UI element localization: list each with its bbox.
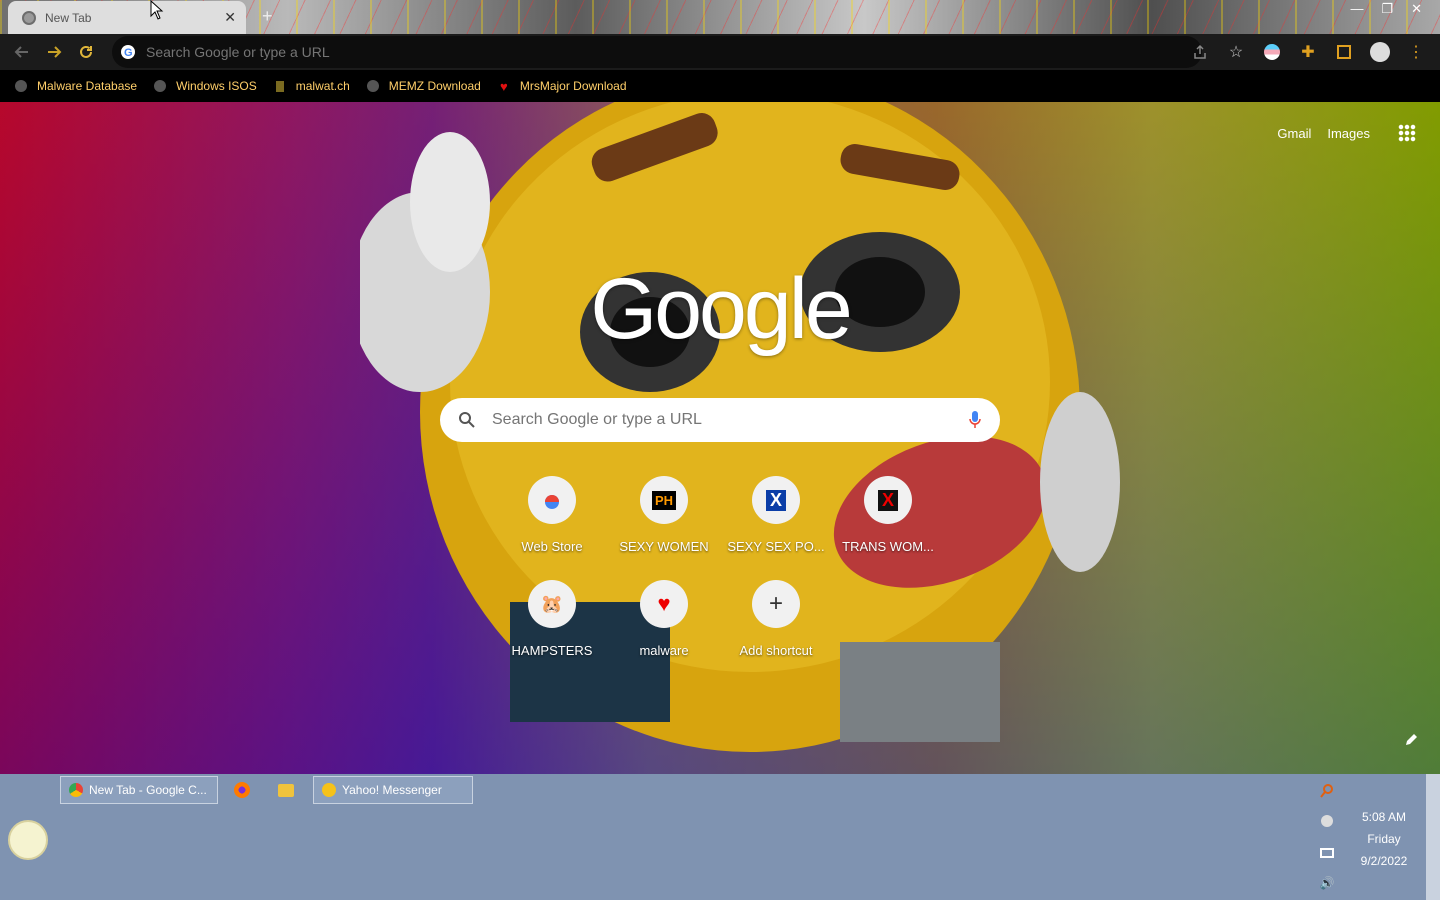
omnibox[interactable]: G <box>112 36 1202 68</box>
forward-button[interactable] <box>38 36 70 68</box>
tab-title: New Tab <box>45 10 92 25</box>
minimize-icon[interactable]: — <box>1350 0 1363 18</box>
add-shortcut-button[interactable]: + Add shortcut <box>720 580 832 658</box>
x-red-icon: X <box>864 476 912 524</box>
heart-icon: ♥ <box>640 580 688 628</box>
bookmark-item[interactable]: Malware Database <box>14 79 137 93</box>
google-logo: Google <box>590 261 852 357</box>
bookmark-item[interactable]: ♥ MrsMajor Download <box>497 78 627 94</box>
globe-icon <box>14 79 28 93</box>
taskbar-button-yahoo-messenger[interactable]: Yahoo! Messenger <box>313 776 473 804</box>
ntp-search-box[interactable] <box>440 398 1000 442</box>
microphone-icon[interactable] <box>968 410 982 430</box>
extensions-puzzle-icon[interactable]: ✚ <box>1292 36 1324 68</box>
mouse-cursor-icon <box>150 0 164 20</box>
ph-icon: PH <box>640 476 688 524</box>
shortcut-tile[interactable]: ♥ malware <box>608 580 720 658</box>
share-icon[interactable] <box>1184 36 1216 68</box>
bookmarks-bar: Malware Database Windows ISOS malwat.ch … <box>0 70 1440 102</box>
bookmark-item[interactable]: MEMZ Download <box>366 79 481 93</box>
plus-icon: + <box>752 580 800 628</box>
start-button[interactable] <box>8 820 48 860</box>
google-g-icon: G <box>121 45 135 59</box>
apps-grid-icon[interactable] <box>1398 124 1416 142</box>
search-tray-icon[interactable] <box>1318 782 1336 800</box>
svg-text:G: G <box>124 47 133 59</box>
new-tab-page: Gmail Images Google Web Store PHSEXY WOM… <box>0 102 1440 774</box>
toolbar-actions: ☆ ✚ ⋮ <box>1184 36 1432 68</box>
shortcut-tile[interactable]: PH SEXY WOMEN <box>608 476 720 554</box>
reload-button[interactable] <box>70 36 102 68</box>
gmail-link[interactable]: Gmail <box>1277 126 1311 141</box>
network-tray-icon[interactable] <box>1318 844 1336 862</box>
back-arrow-icon <box>14 46 28 58</box>
shortcut-tiles: Web Store PH SEXY WOMEN X SEXY SEX PO... X… <box>496 476 944 658</box>
shortcut-tile[interactable]: X SEXY SEX PO... <box>720 476 832 554</box>
close-window-icon[interactable]: ✕ <box>1411 0 1422 18</box>
hamster-icon: 🐹 <box>528 580 576 628</box>
figure-icon <box>273 79 287 93</box>
back-button[interactable] <box>6 36 38 68</box>
profile-avatar-icon[interactable] <box>1364 36 1396 68</box>
taskbar-button-folder[interactable] <box>270 776 306 804</box>
volume-tray-icon[interactable]: 🔊 <box>1318 874 1336 892</box>
browser-toolbar: G ☆ ✚ ⋮ <box>0 34 1440 70</box>
clock-day: Friday <box>1367 832 1401 846</box>
customize-pencil-icon[interactable] <box>1404 733 1418 752</box>
ntp-search-input[interactable] <box>490 410 968 430</box>
globe-icon <box>153 79 167 93</box>
globe-icon <box>366 79 380 93</box>
tab-close-icon[interactable]: ✕ <box>224 9 236 26</box>
side-panel-icon[interactable] <box>1328 36 1360 68</box>
taskbar-scrollbar[interactable] <box>1426 774 1440 900</box>
window-controls: — ❐ ✕ <box>1350 0 1422 18</box>
system-clock[interactable]: 5:08 AM Friday 9/2/2022 <box>1344 806 1424 872</box>
images-link[interactable]: Images <box>1327 126 1370 141</box>
tab-new-tab[interactable]: New Tab ✕ <box>8 1 246 34</box>
chrome-icon <box>69 783 83 797</box>
new-tab-button[interactable]: + <box>262 6 273 27</box>
taskbar: New Tab - Google C... Yahoo! Messenger 🔊… <box>0 774 1440 900</box>
reload-icon <box>80 45 92 58</box>
taskbar-button-firefox[interactable] <box>226 776 262 804</box>
shortcut-tile[interactable]: 🐹 HAMPSTERS <box>496 580 608 658</box>
bookmark-star-icon[interactable]: ☆ <box>1220 36 1252 68</box>
clock-time: 5:08 AM <box>1361 810 1407 824</box>
firefox-icon <box>234 782 250 798</box>
menu-kebab-icon[interactable]: ⋮ <box>1400 36 1432 68</box>
bookmark-item[interactable]: Windows ISOS <box>153 79 257 93</box>
taskbar-button-chrome[interactable]: New Tab - Google C... <box>60 776 218 804</box>
shortcut-tile[interactable]: Web Store <box>496 476 608 554</box>
title-bar: New Tab ✕ + — ❐ ✕ <box>0 0 1440 34</box>
x-blue-icon: X <box>752 476 800 524</box>
restore-icon[interactable]: ❐ <box>1381 0 1393 18</box>
extension-flag-icon[interactable] <box>1256 36 1288 68</box>
shortcut-tile[interactable]: X TRANS WOM... <box>832 476 944 554</box>
tab-favicon-icon <box>22 10 36 25</box>
heart-icon: ♥ <box>499 78 508 94</box>
forward-arrow-icon <box>48 46 62 58</box>
messenger-tray-icon[interactable] <box>1318 812 1336 830</box>
yahoo-smiley-icon <box>322 783 336 797</box>
search-icon <box>459 412 475 428</box>
folder-icon <box>278 783 294 797</box>
bookmark-item[interactable]: malwat.ch <box>273 79 350 93</box>
clock-date: 9/2/2022 <box>1360 854 1408 868</box>
ntp-top-links: Gmail Images <box>1277 124 1440 142</box>
webstore-icon <box>528 476 576 524</box>
omnibox-input[interactable] <box>144 43 1044 61</box>
